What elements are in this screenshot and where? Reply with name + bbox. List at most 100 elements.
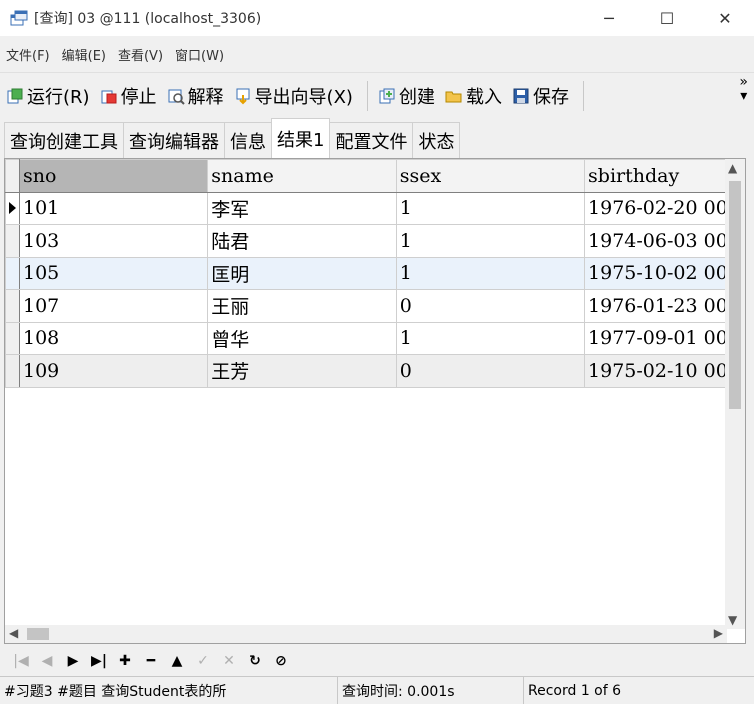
stop-button[interactable]: 停止 [100,83,157,109]
column-header-ssex[interactable]: ssex [395,159,586,193]
row-indicator [5,256,20,290]
cell-sname[interactable]: 李军 [207,191,397,225]
title-bar: [查询] 03 @111 (localhost_3306) ─ ☐ ✕ [0,0,754,36]
toolbar-separator [582,80,584,111]
cell-sbirthday[interactable]: 1974-06-03 00 [584,224,745,258]
cell-ssex[interactable]: 1 [395,256,586,290]
minimize-button[interactable]: ─ [580,0,638,36]
create-label: 创建 [398,86,435,108]
cell-sbirthday[interactable]: 1975-02-10 00 [584,354,745,388]
close-button[interactable]: ✕ [696,0,754,36]
cell-sno[interactable]: 105 [18,256,209,290]
window-title: [查询] 03 @111 (localhost_3306) [34,11,262,27]
last-record-icon[interactable]: ▶| [86,653,112,669]
add-record-icon[interactable]: ✚ [112,653,138,669]
stop-refresh-icon[interactable]: ⊘ [268,653,294,669]
table-row[interactable]: 109 王芳 0 1975-02-10 00 [5,354,745,388]
explain-button[interactable]: 解释 [167,83,224,109]
toolbar-overflow-button[interactable]: » ▾ [739,75,748,103]
cell-sname[interactable]: 匡明 [207,256,397,290]
table-row[interactable]: 105 匡明 1 1975-10-02 00 [5,256,745,290]
row-indicator [5,321,20,355]
table-row[interactable]: 103 陆君 1 1974-06-03 00 [5,224,745,258]
first-record-icon[interactable]: |◀ [8,653,34,669]
cell-sno[interactable]: 103 [18,224,209,258]
export-wizard-button[interactable]: 导出向导(X) [234,83,353,109]
confirm-icon[interactable]: ✓ [190,653,216,669]
chevron-down-icon: ▾ [740,88,748,104]
folder-icon [445,91,462,102]
horizontal-scroll-thumb[interactable] [27,628,49,640]
scroll-left-icon[interactable]: ◀ [9,626,18,640]
tab-status[interactable]: 状态 [412,122,461,158]
menu-edit[interactable]: 编辑(E) [62,45,106,64]
row-indicator-header [5,159,20,193]
cell-ssex[interactable]: 1 [395,224,586,258]
load-button[interactable]: 载入 [445,83,502,109]
save-button[interactable]: 保存 [512,83,569,109]
cell-ssex[interactable]: 1 [395,191,586,225]
status-bar: #习题3 #题目 查询Student表的所 查询时间: 0.001s Recor… [0,676,754,704]
cell-sbirthday[interactable]: 1977-09-01 00 [584,321,745,355]
column-header-sno[interactable]: sno [18,159,209,193]
export-label: 导出向导(X) [254,86,353,108]
status-query-time: 查询时间: 0.001s [338,676,524,704]
cell-sname[interactable]: 王丽 [207,289,397,323]
refresh-icon[interactable]: ↻ [242,653,268,669]
cell-ssex[interactable]: 0 [395,289,586,323]
column-header-sname[interactable]: sname [207,159,397,193]
toolbar: 运行(R) 停止 解释 导出向导(X) 创建 载入 保存 » ▾ [0,72,754,118]
cell-sno[interactable]: 109 [18,354,209,388]
cell-ssex[interactable]: 0 [395,354,586,388]
vertical-scrollbar[interactable]: ▲ ▼ [725,159,745,629]
cell-sno[interactable]: 108 [18,321,209,355]
horizontal-scrollbar[interactable]: ◀ ▶ [5,625,727,643]
menu-window[interactable]: 窗口(W) [175,45,224,64]
table-row[interactable]: 107 王丽 0 1976-01-23 00 [5,289,745,323]
column-header-sbirthday[interactable]: sbirthday [584,159,745,193]
tab-profile[interactable]: 配置文件 [329,122,414,158]
tab-query-builder[interactable]: 查询创建工具 [4,122,124,158]
menu-file[interactable]: 文件(F) [6,45,50,64]
cell-sname[interactable]: 陆君 [207,224,397,258]
run-button[interactable]: 运行(R) [6,83,90,109]
status-sql-text: #习题3 #题目 查询Student表的所 [0,676,338,704]
tab-result-1[interactable]: 结果1 [271,118,331,158]
header-row: sno sname ssex sbirthday [5,159,745,193]
scroll-up-icon[interactable]: ▲ [728,161,737,175]
delete-record-icon[interactable]: ━ [138,653,164,669]
apply-changes-icon[interactable]: ▲ [164,653,190,669]
cancel-changes-icon[interactable]: ✕ [216,653,242,669]
current-row-indicator [5,191,20,225]
cell-ssex[interactable]: 1 [395,321,586,355]
tab-query-editor[interactable]: 查询编辑器 [123,122,225,158]
explain-label: 解释 [187,86,224,108]
cell-sno[interactable]: 107 [18,289,209,323]
cell-sname[interactable]: 曾华 [207,321,397,355]
vertical-scroll-thumb[interactable] [729,181,741,409]
status-record-count: Record 1 of 6 [528,682,622,699]
export-icon [236,88,250,104]
cell-sname[interactable]: 王芳 [207,354,397,388]
result-table: sno sname ssex sbirthday 101 李军 1 1976-0… [5,159,745,388]
table-row[interactable]: 101 李军 1 1976-02-20 00 [5,191,745,225]
menu-view[interactable]: 查看(V) [118,45,163,64]
row-indicator [5,224,20,258]
save-icon [513,88,529,103]
record-navigator: |◀ ◀ ▶ ▶| ✚ ━ ▲ ✓ ✕ ↻ ⊘ [0,646,754,676]
table-row[interactable]: 108 曾华 1 1977-09-01 00 [5,321,745,355]
scroll-right-icon[interactable]: ▶ [714,626,723,640]
cell-sbirthday[interactable]: 1976-01-23 00 [584,289,745,323]
load-label: 载入 [465,86,502,108]
scroll-down-icon[interactable]: ▼ [728,613,737,627]
next-record-icon[interactable]: ▶ [60,653,86,669]
result-grid[interactable]: sno sname ssex sbirthday 101 李军 1 1976-0… [4,158,746,644]
create-button[interactable]: 创建 [378,83,435,109]
cell-sbirthday[interactable]: 1976-02-20 00 [584,191,745,225]
toolbar-separator [366,80,368,111]
cell-sno[interactable]: 101 [18,191,209,225]
tab-info[interactable]: 信息 [224,122,272,158]
maximize-button[interactable]: ☐ [638,0,696,36]
previous-record-icon[interactable]: ◀ [34,653,60,669]
cell-sbirthday[interactable]: 1975-10-02 00 [584,256,745,290]
